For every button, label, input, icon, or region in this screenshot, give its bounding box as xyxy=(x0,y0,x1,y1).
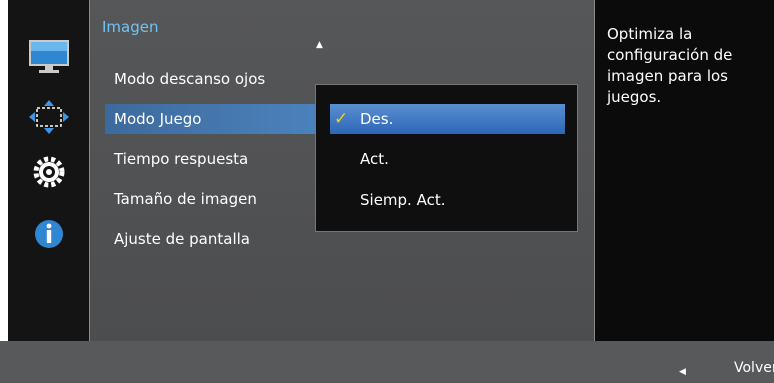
menu-item-tamano-de-imagen[interactable]: Tamaño de imagen xyxy=(114,184,257,214)
help-text: Optimiza la configuración de imagen para… xyxy=(607,25,733,106)
option-label: Des. xyxy=(360,110,394,128)
check-icon: ✓ xyxy=(334,109,349,129)
screen-size-arrows-icon[interactable] xyxy=(8,98,89,138)
help-panel: Optimiza la configuración de imagen para… xyxy=(595,0,774,341)
menu-item-tiempo-respuesta[interactable]: Tiempo respuesta xyxy=(114,144,248,174)
monitor-picture-icon[interactable] xyxy=(8,36,89,76)
modo-juego-dropdown: ✓ Des. Act. Siemp. Act. xyxy=(315,84,578,232)
option-label: Act. xyxy=(360,150,389,168)
scroll-up-arrow-icon[interactable]: ▲ xyxy=(316,40,323,50)
sidebar xyxy=(8,0,89,341)
back-button[interactable]: Volver xyxy=(734,360,774,376)
back-arrow-icon[interactable]: ◀ xyxy=(679,367,686,377)
option-siemp-act[interactable]: Siemp. Act. xyxy=(330,185,565,215)
gear-settings-icon[interactable] xyxy=(8,152,89,192)
option-des[interactable]: ✓ Des. xyxy=(330,104,565,134)
menu-title: Imagen xyxy=(102,18,159,36)
menu-item-ajuste-de-pantalla[interactable]: Ajuste de pantalla xyxy=(114,224,250,254)
menu-item-modo-descanso-ojos[interactable]: Modo descanso ojos xyxy=(114,64,265,94)
menu-item-modo-juego[interactable]: Modo Juego xyxy=(105,104,332,134)
bottom-bar xyxy=(0,341,774,383)
info-icon[interactable] xyxy=(8,214,89,254)
option-act[interactable]: Act. xyxy=(330,144,565,174)
option-label: Siemp. Act. xyxy=(360,191,446,209)
